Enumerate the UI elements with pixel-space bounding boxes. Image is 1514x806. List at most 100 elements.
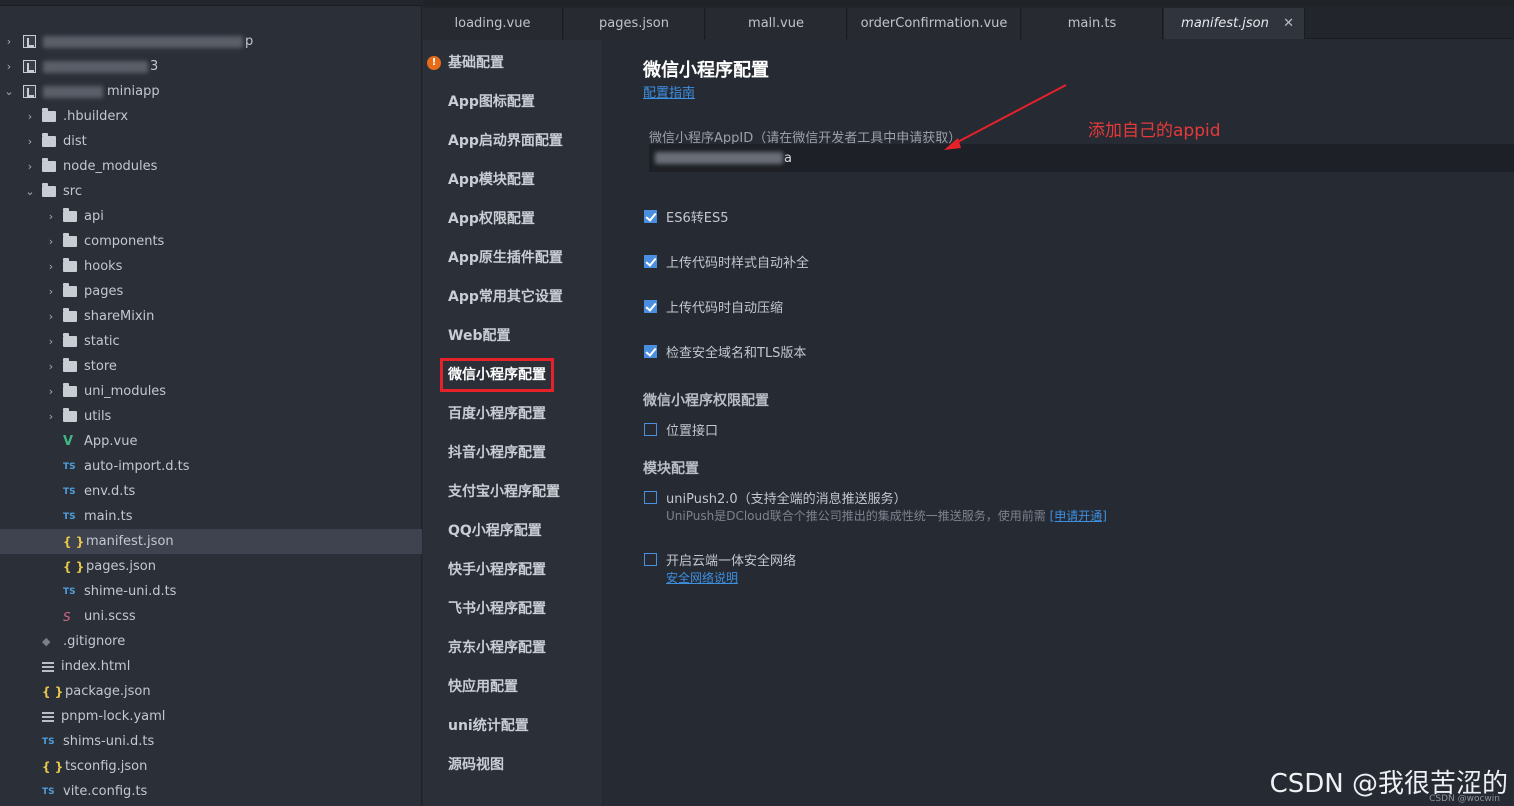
checkbox[interactable] bbox=[644, 300, 657, 313]
tree-item-api[interactable]: › api bbox=[0, 204, 422, 229]
option-es6-to-es5[interactable]: ES6转ES5 bbox=[644, 207, 728, 226]
tree-item-main-ts[interactable]: TS main.ts bbox=[0, 504, 422, 529]
tab-pages-json[interactable]: pages.json bbox=[564, 8, 705, 39]
project-icon bbox=[23, 35, 36, 48]
checkbox[interactable] bbox=[644, 491, 657, 504]
blurred-project-name bbox=[43, 60, 148, 73]
checkbox[interactable] bbox=[644, 255, 657, 268]
tree-item-vite-config-ts[interactable]: TS vite.config.ts bbox=[0, 779, 422, 804]
chevron-right-icon[interactable]: › bbox=[3, 60, 15, 73]
tree-item-tsconfig-json[interactable]: { } tsconfig.json bbox=[0, 754, 422, 779]
tree-item-node-modules[interactable]: › node_modules bbox=[0, 154, 422, 179]
appid-input[interactable]: a bbox=[649, 144, 1514, 172]
settings-nav-item[interactable]: 飞书小程序配置 bbox=[448, 597, 546, 621]
appid-value-suffix: a bbox=[784, 150, 792, 166]
tree-item-gitignore[interactable]: ◆ .gitignore bbox=[0, 629, 422, 654]
secure-network-link[interactable]: 安全网络说明 bbox=[666, 569, 738, 586]
unipush-apply-link[interactable]: [申请开通] bbox=[1050, 509, 1107, 523]
checkbox[interactable] bbox=[644, 423, 657, 436]
json-icon: { } bbox=[63, 559, 85, 574]
settings-nav-item[interactable]: QQ小程序配置 bbox=[448, 519, 542, 543]
settings-nav-item[interactable]: 基础配置 bbox=[448, 51, 504, 75]
tree-item-app-vue[interactable]: V App.vue bbox=[0, 429, 422, 454]
settings-nav-item[interactable]: 京东小程序配置 bbox=[448, 636, 546, 660]
tree-item-store[interactable]: › store bbox=[0, 354, 422, 379]
settings-nav-item[interactable]: uni统计配置 bbox=[448, 714, 529, 738]
chevron-right-icon[interactable]: › bbox=[45, 335, 57, 348]
chevron-right-icon[interactable]: › bbox=[45, 260, 57, 273]
settings-nav-item[interactable]: 源码视图 bbox=[448, 753, 504, 777]
tree-item-static[interactable]: › static bbox=[0, 329, 422, 354]
chevron-right-icon[interactable]: › bbox=[3, 35, 15, 48]
chevron-down-icon[interactable]: ⌄ bbox=[3, 85, 15, 98]
chevron-right-icon[interactable]: › bbox=[45, 360, 57, 373]
settings-nav-item[interactable]: App原生插件配置 bbox=[448, 246, 563, 270]
settings-nav-item[interactable]: App常用其它设置 bbox=[448, 285, 563, 309]
tree-item-auto-import-d-ts[interactable]: TS auto-import.d.ts bbox=[0, 454, 422, 479]
checkbox[interactable] bbox=[644, 553, 657, 566]
tree-item-uni-scss[interactable]: Suni.scss bbox=[0, 604, 422, 629]
settings-nav-item[interactable]: App模块配置 bbox=[448, 168, 535, 192]
tab-loading-vue[interactable]: loading.vue bbox=[423, 8, 563, 39]
chevron-right-icon[interactable]: › bbox=[45, 235, 57, 248]
option-style-autocomplete[interactable]: 上传代码时样式自动补全 bbox=[644, 252, 809, 271]
checkbox[interactable] bbox=[644, 210, 657, 223]
tab-order-confirmation-vue[interactable]: orderConfirmation.vue bbox=[848, 8, 1021, 39]
tree-item-package-json[interactable]: { } package.json bbox=[0, 679, 422, 704]
tree-item-label: .hbuilderx bbox=[63, 109, 129, 124]
close-icon[interactable]: ✕ bbox=[1283, 16, 1294, 31]
chevron-right-icon[interactable]: › bbox=[45, 210, 57, 223]
tree-item-index-html[interactable]: index.html bbox=[0, 654, 422, 679]
option-location-api[interactable]: 位置接口 bbox=[644, 420, 718, 439]
settings-nav-item[interactable]: App图标配置 bbox=[448, 90, 535, 114]
chevron-right-icon[interactable]: › bbox=[24, 110, 36, 123]
tree-item-pnpm-lock-yaml[interactable]: pnpm-lock.yaml bbox=[0, 704, 422, 729]
chevron-right-icon[interactable]: › bbox=[45, 385, 57, 398]
settings-nav-item[interactable]: 快手小程序配置 bbox=[448, 558, 546, 582]
project-row-1[interactable]: › p bbox=[0, 29, 422, 54]
chevron-right-icon[interactable]: › bbox=[24, 135, 36, 148]
settings-nav-item[interactable]: Web配置 bbox=[448, 324, 510, 348]
tree-item-components[interactable]: › components bbox=[0, 229, 422, 254]
tree-item-hooks[interactable]: › hooks bbox=[0, 254, 422, 279]
tab-mall-vue[interactable]: mall.vue bbox=[706, 8, 847, 39]
chevron-right-icon[interactable]: › bbox=[45, 410, 57, 423]
tree-item-utils[interactable]: › utils bbox=[0, 404, 422, 429]
chevron-right-icon[interactable]: › bbox=[24, 160, 36, 173]
tree-item-label: shims-uni.d.ts bbox=[63, 734, 155, 749]
tree-item-shims-uni-d-ts[interactable]: TS shims-uni.d.ts bbox=[0, 729, 422, 754]
tree-item-uni-modules[interactable]: › uni_modules bbox=[0, 379, 422, 404]
tree-item-pages[interactable]: › pages bbox=[0, 279, 422, 304]
tab-main-ts[interactable]: main.ts bbox=[1022, 8, 1163, 39]
option-secure-network[interactable]: 开启云端一体安全网络 bbox=[644, 550, 796, 569]
tab-manifest-json[interactable]: manifest.json ✕ bbox=[1164, 8, 1305, 39]
settings-nav-item[interactable]: 百度小程序配置 bbox=[448, 402, 546, 426]
tree-item-label: tsconfig.json bbox=[65, 759, 148, 774]
settings-nav-item[interactable]: App启动界面配置 bbox=[448, 129, 563, 153]
tree-item-env-d-ts[interactable]: TS env.d.ts bbox=[0, 479, 422, 504]
settings-nav-item[interactable]: 微信小程序配置 bbox=[440, 358, 554, 392]
tree-item-label: api bbox=[84, 209, 104, 224]
option-unipush[interactable]: uniPush2.0（支持全端的消息推送服务） bbox=[644, 488, 907, 507]
settings-nav-item[interactable]: 支付宝小程序配置 bbox=[448, 480, 560, 504]
tree-item-sharemixin[interactable]: › shareMixin bbox=[0, 304, 422, 329]
settings-nav-item[interactable]: App权限配置 bbox=[448, 207, 535, 231]
chevron-right-icon[interactable]: › bbox=[45, 310, 57, 323]
settings-nav-item[interactable]: 快应用配置 bbox=[448, 675, 518, 699]
tree-item-shime-uni-d-ts[interactable]: TS shime-uni.d.ts bbox=[0, 579, 422, 604]
chevron-down-icon[interactable]: ⌄ bbox=[24, 185, 36, 198]
folder-icon bbox=[63, 233, 77, 247]
tree-item-hbuilderx[interactable]: › .hbuilderx bbox=[0, 104, 422, 129]
project-row-3[interactable]: ⌄ miniapp bbox=[0, 79, 422, 104]
tree-item-src[interactable]: ⌄ src bbox=[0, 179, 422, 204]
checkbox[interactable] bbox=[644, 345, 657, 358]
chevron-right-icon[interactable]: › bbox=[45, 285, 57, 298]
project-row-2[interactable]: › 3 bbox=[0, 54, 422, 79]
settings-nav-item[interactable]: 抖音小程序配置 bbox=[448, 441, 546, 465]
tree-item-pages-json[interactable]: { } pages.json bbox=[0, 554, 422, 579]
config-guide-link[interactable]: 配置指南 bbox=[643, 82, 695, 101]
option-check-domain-tls[interactable]: 检查安全域名和TLS版本 bbox=[644, 342, 806, 361]
tree-item-manifest-json[interactable]: { } manifest.json bbox=[0, 529, 422, 554]
tree-item-dist[interactable]: › dist bbox=[0, 129, 422, 154]
option-auto-minify[interactable]: 上传代码时自动压缩 bbox=[644, 297, 783, 316]
